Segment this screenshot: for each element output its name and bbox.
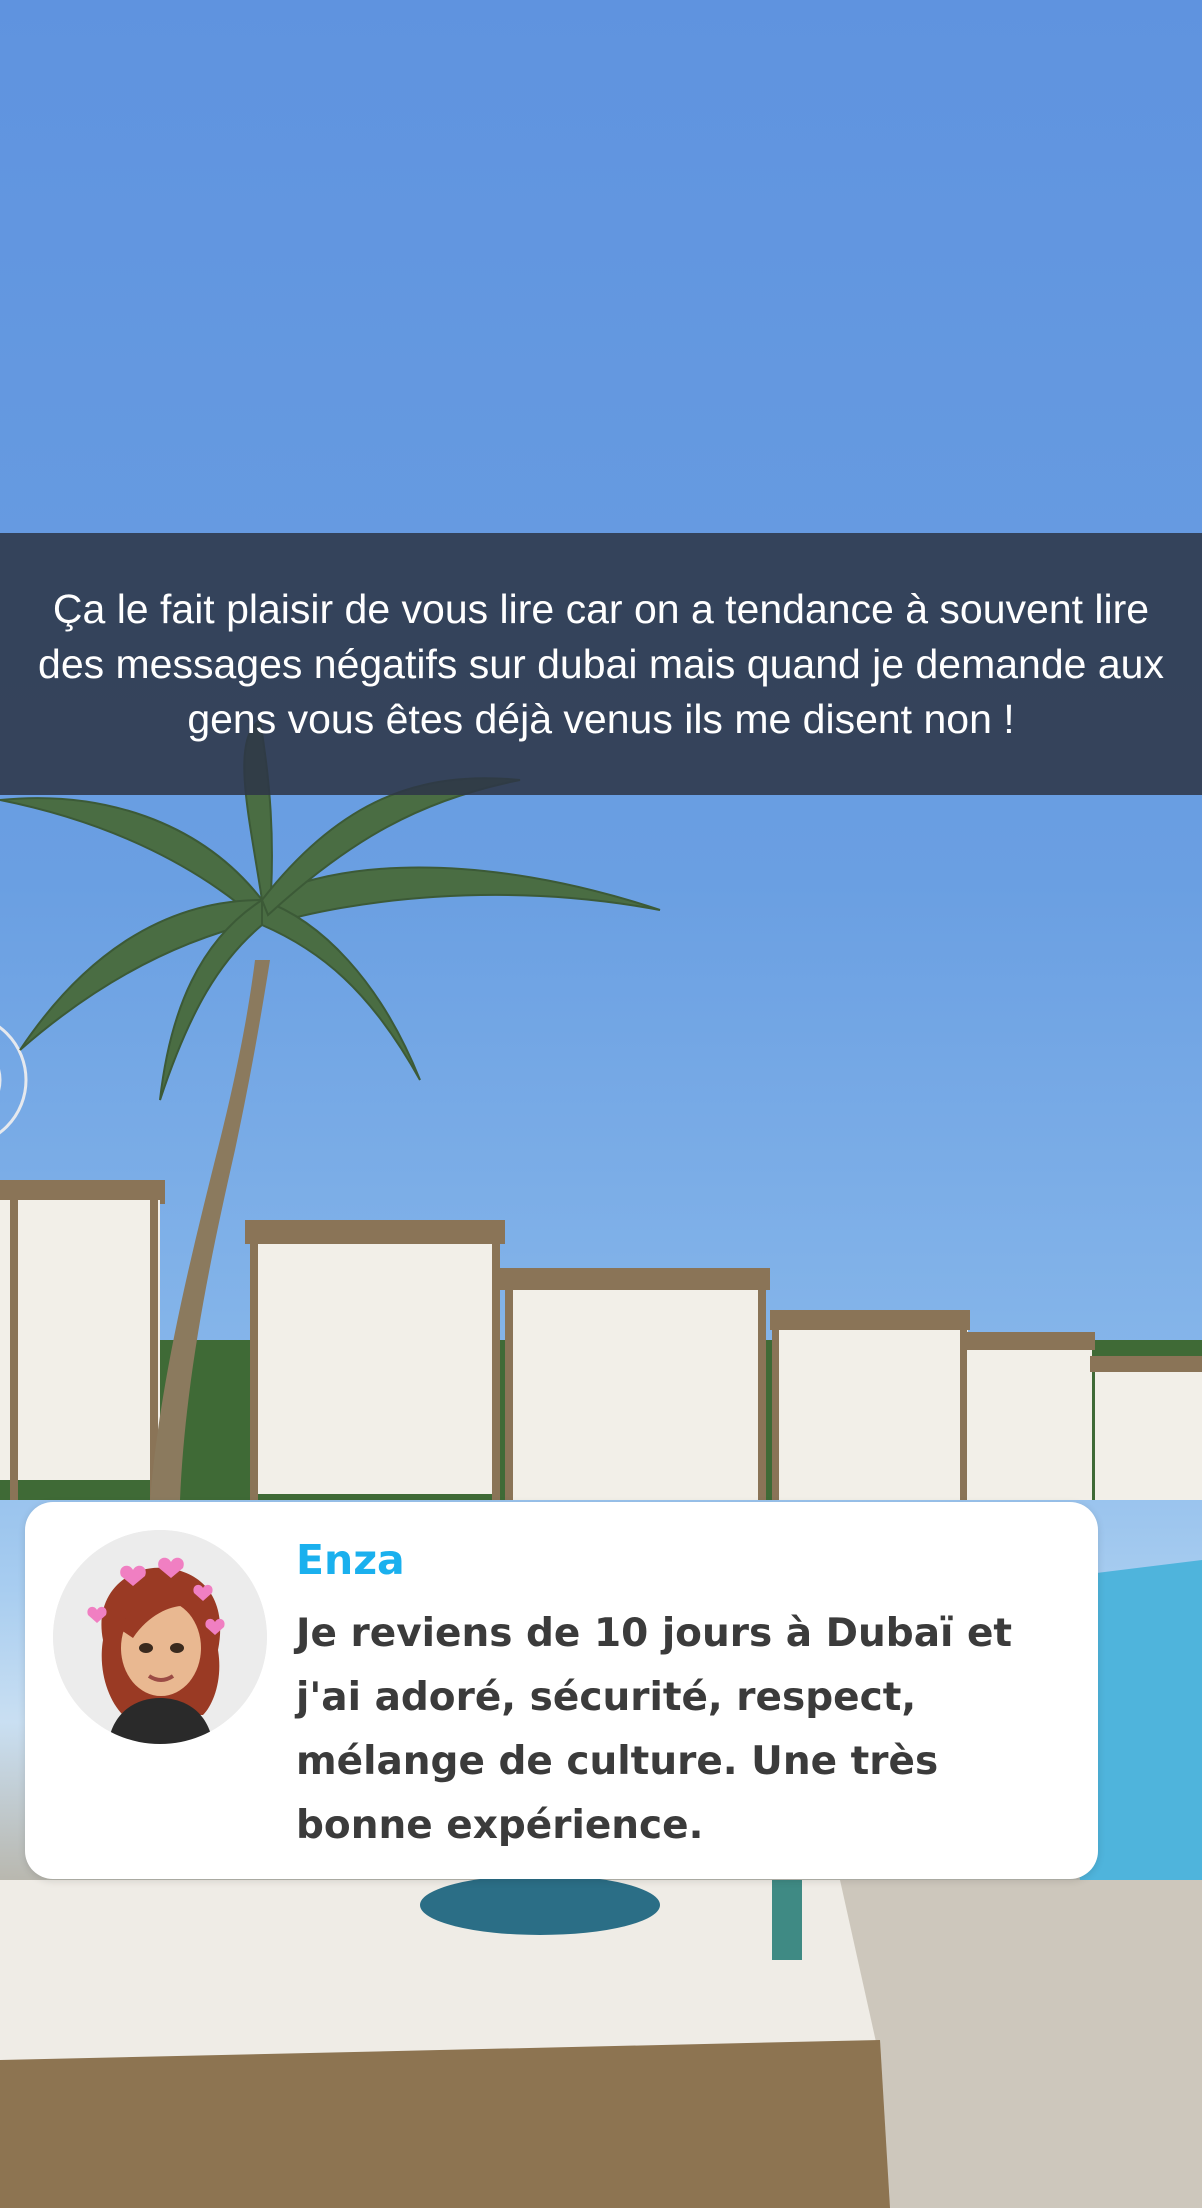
cabana	[0, 1180, 165, 1500]
reply-card[interactable]: Enza Je reviens de 10 jours à Dubaï et j…	[25, 1502, 1098, 1879]
reply-message-text: Je reviens de 10 jours à Dubaï et j'ai a…	[296, 1611, 1013, 1848]
cabana	[770, 1310, 970, 1500]
bitmoji-avatar-icon	[53, 1530, 267, 1744]
story-caption-text: Ça le fait plaisir de vous lire car on a…	[38, 585, 1164, 742]
story-view: Ça le fait plaisir de vous lire car on a…	[0, 0, 1202, 2208]
daybed	[0, 1875, 890, 2208]
reply-author-name: Enza	[296, 1536, 405, 1584]
story-caption-bar: Ça le fait plaisir de vous lire car on a…	[0, 533, 1202, 795]
cabana	[245, 1220, 505, 1500]
cabana	[500, 1268, 770, 1500]
ferris-wheel	[0, 1025, 28, 1135]
cabana	[965, 1332, 1202, 1500]
